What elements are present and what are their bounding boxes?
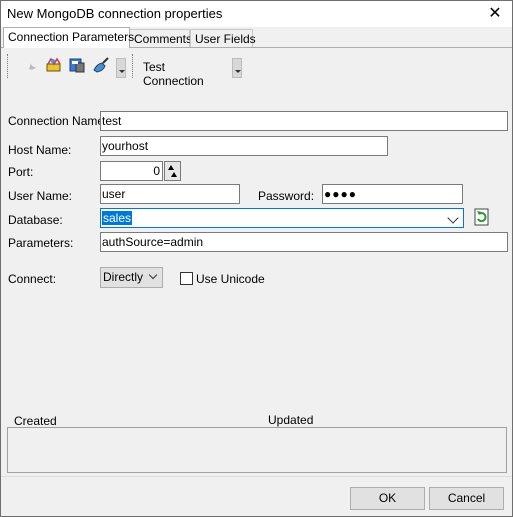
port-label: Port:	[8, 165, 34, 179]
toolbar-dropdown-button[interactable]	[116, 58, 126, 78]
password-field[interactable]: ●●●●	[322, 184, 463, 204]
database-combobox[interactable]: sales	[100, 208, 464, 228]
toolbar-grip-2[interactable]	[132, 54, 135, 78]
updated-label: Updated	[268, 413, 314, 427]
connect-select[interactable]: Directly	[100, 267, 163, 288]
tab-page-connection-parameters: Test Connection Connection Name: test Ho…	[1, 47, 512, 477]
tab-connection-parameters[interactable]: Connection Parameters	[3, 27, 134, 48]
user-name-field[interactable]: user	[100, 184, 240, 204]
dialog-button-bar: OK Cancel	[1, 476, 512, 516]
database-icon[interactable]	[67, 55, 87, 75]
database-value: sales	[102, 211, 133, 225]
timestamps-panel	[7, 427, 507, 473]
host-name-label: Host Name:	[8, 143, 72, 157]
connect-select-value: Directly	[103, 270, 144, 284]
tab-strip: Connection Parameters Comments User Fiel…	[1, 27, 512, 48]
toolbar-grip[interactable]	[7, 54, 10, 78]
use-unicode-label: Use Unicode	[196, 272, 265, 286]
test-connection-button[interactable]: Test Connection	[143, 60, 204, 88]
created-label: Created	[14, 414, 57, 428]
moon-icon[interactable]	[21, 55, 41, 75]
parameters-field[interactable]: authSource=admin	[100, 232, 508, 252]
connection-name-label: Connection Name:	[8, 114, 108, 128]
password-label: Password:	[258, 189, 315, 203]
host-name-field[interactable]: yourhost	[100, 136, 388, 156]
database-label: Database:	[8, 213, 63, 227]
connect-label: Connect:	[8, 272, 57, 286]
ok-button[interactable]: OK	[350, 487, 425, 510]
user-name-label: User Name:	[8, 189, 73, 203]
wizard-icon[interactable]	[44, 55, 64, 75]
chevron-down-icon[interactable]	[148, 270, 158, 280]
refresh-icon[interactable]	[473, 208, 491, 226]
tab-user-fields[interactable]: User Fields	[190, 29, 256, 47]
cancel-button[interactable]: Cancel	[429, 487, 504, 510]
window-title: New MongoDB connection properties	[7, 6, 223, 21]
connection-name-field[interactable]: test	[100, 111, 508, 131]
port-spinner[interactable]	[164, 161, 181, 181]
tab-comments[interactable]: Comments	[129, 29, 192, 47]
close-icon[interactable]: ✕	[478, 1, 512, 27]
parameters-label: Parameters:	[8, 236, 74, 250]
test-connection-dropdown-button[interactable]	[232, 58, 242, 78]
use-unicode-checkbox[interactable]	[180, 272, 193, 285]
chevron-down-icon[interactable]	[447, 212, 459, 224]
dialog-window: New MongoDB connection properties ✕ Conn…	[0, 0, 513, 517]
title-bar: New MongoDB connection properties ✕	[1, 1, 512, 27]
port-field[interactable]: 0	[100, 161, 163, 181]
brush-icon[interactable]	[91, 55, 111, 75]
